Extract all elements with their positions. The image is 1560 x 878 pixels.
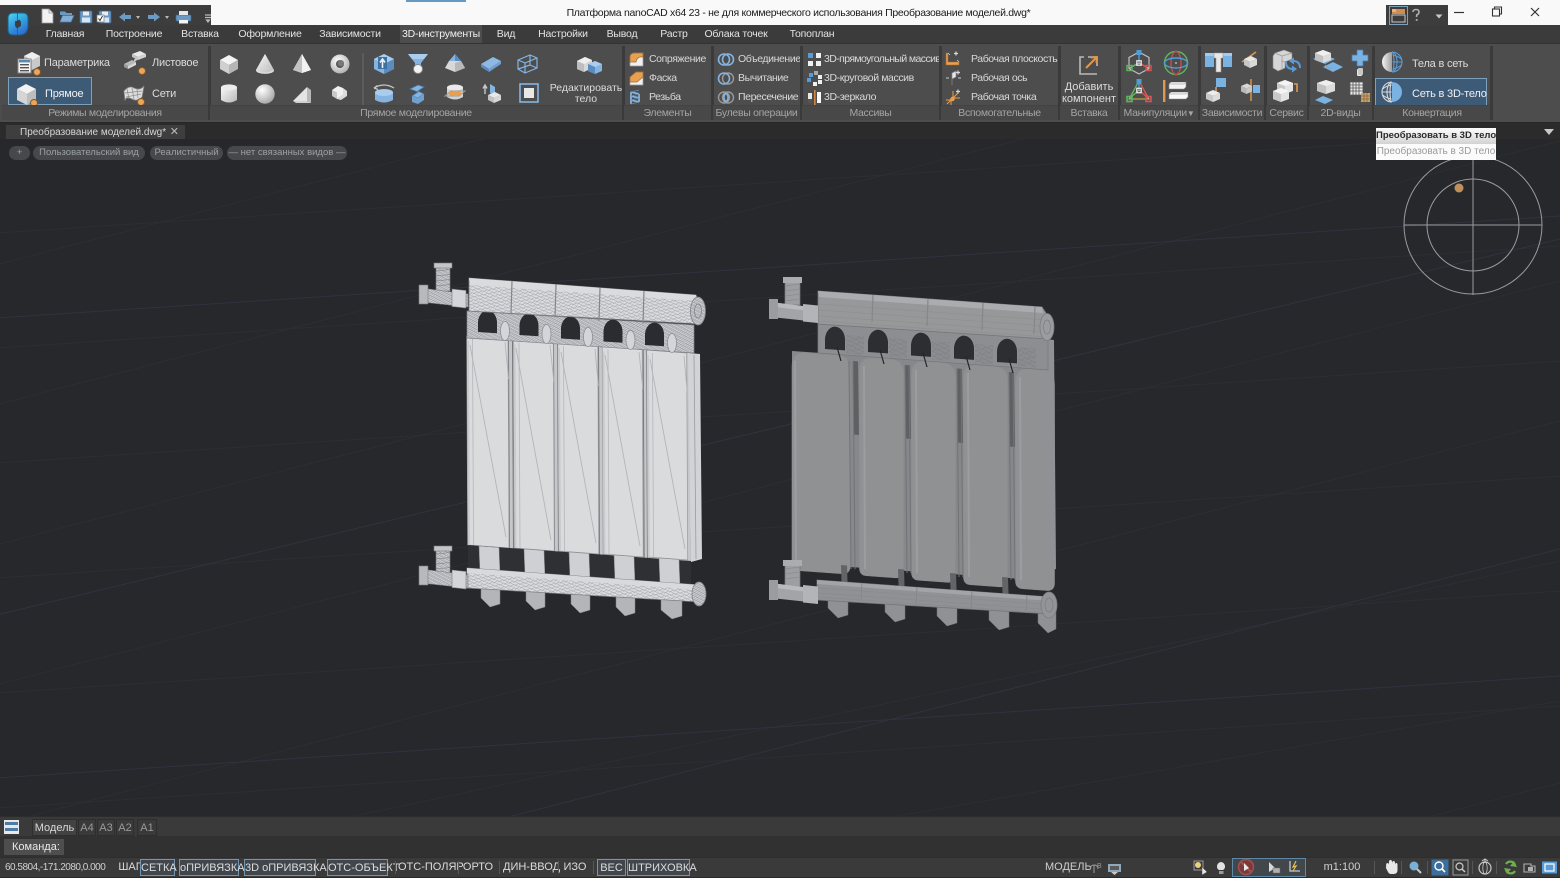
svg-text:B: B (1097, 863, 1102, 870)
